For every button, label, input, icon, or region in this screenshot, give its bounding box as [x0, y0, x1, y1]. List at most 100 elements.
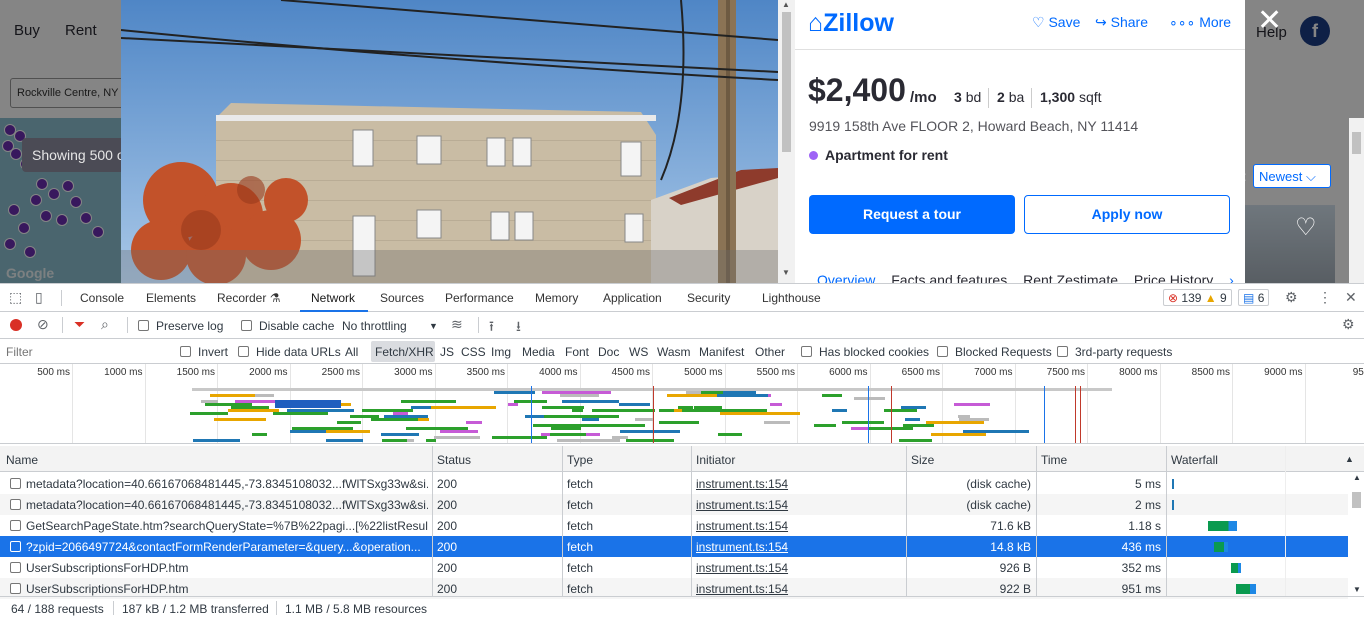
- filter-input[interactable]: [2, 342, 166, 361]
- request-initiator-link[interactable]: instrument.ts:154: [696, 519, 896, 533]
- import-har-icon[interactable]: ⭱: [489, 316, 494, 340]
- row-checkbox[interactable]: [10, 520, 21, 531]
- filter-type-js[interactable]: JS: [440, 345, 454, 359]
- kebab-menu-icon[interactable]: ⋮: [1318, 289, 1332, 306]
- column-waterfall[interactable]: Waterfall: [1171, 453, 1218, 467]
- clear-icon[interactable]: ⊘: [37, 316, 49, 333]
- invert-checkbox[interactable]: [180, 346, 191, 357]
- sort-select[interactable]: Newest ⌵: [1253, 164, 1331, 188]
- subtab-rent-zestimate[interactable]: Rent Zestimate: [1023, 272, 1118, 283]
- column-initiator[interactable]: Initiator: [696, 453, 735, 467]
- request-name[interactable]: UserSubscriptionsForHDP.htm: [26, 582, 428, 596]
- close-devtools-icon[interactable]: ✕: [1345, 289, 1357, 306]
- column-name[interactable]: Name: [6, 453, 38, 467]
- request-initiator-link[interactable]: instrument.ts:154: [696, 498, 896, 512]
- tab-sources[interactable]: Sources: [380, 291, 424, 305]
- save-button[interactable]: ♡ Save: [1032, 14, 1080, 31]
- table-row[interactable]: metadata?location=40.66167068481445,-73.…: [0, 473, 1348, 494]
- share-button[interactable]: ↪ Share: [1095, 14, 1148, 31]
- messages-badge[interactable]: ▤ 6: [1238, 289, 1270, 306]
- request-name[interactable]: UserSubscriptionsForHDP.htm: [26, 561, 428, 575]
- table-row[interactable]: ?zpid=2066497724&contactFormRenderParame…: [0, 536, 1348, 557]
- filter-type-img[interactable]: Img: [491, 345, 511, 359]
- table-row[interactable]: UserSubscriptionsForHDP.htm 200 fetch instr…: [0, 557, 1348, 578]
- device-toolbar-icon[interactable]: ▯: [35, 289, 43, 306]
- table-scrollbar[interactable]: ▲ ▼: [1349, 473, 1364, 596]
- export-har-icon[interactable]: ⭳: [516, 316, 521, 340]
- filter-type-doc[interactable]: Doc: [598, 345, 619, 359]
- column-size[interactable]: Size: [911, 453, 934, 467]
- blocked-requests-checkbox[interactable]: [937, 346, 948, 357]
- sort-asc-icon[interactable]: ▲: [1345, 454, 1354, 464]
- issues-badge[interactable]: ⊗ 139 ▲ 9: [1163, 289, 1232, 306]
- tab-console[interactable]: Console: [80, 291, 124, 305]
- disable-cache-checkbox[interactable]: [241, 320, 252, 331]
- inspect-element-icon[interactable]: ⬚: [9, 289, 22, 306]
- filter-type-font[interactable]: Font: [565, 345, 589, 359]
- overview-tick-label: 9500: [1352, 367, 1364, 378]
- apply-now-button[interactable]: Apply now: [1024, 195, 1230, 234]
- tab-performance[interactable]: Performance: [445, 291, 514, 305]
- subtab-overview[interactable]: Overview: [817, 272, 875, 283]
- chevron-right-icon[interactable]: ›: [1229, 272, 1234, 283]
- close-modal-icon[interactable]: ✕: [1257, 6, 1282, 36]
- table-row[interactable]: metadata?location=40.66167068481445,-73.…: [0, 494, 1348, 515]
- row-checkbox[interactable]: [10, 562, 21, 573]
- hide-data-urls-checkbox[interactable]: [238, 346, 249, 357]
- request-name[interactable]: metadata?location=40.66167068481445,-73.…: [26, 498, 428, 512]
- preserve-log-checkbox[interactable]: [138, 320, 149, 331]
- tab-recorder[interactable]: Recorder ⚗: [217, 291, 280, 305]
- subtab-facts[interactable]: Facts and features: [891, 272, 1007, 283]
- record-icon[interactable]: [10, 319, 22, 331]
- request-initiator-link[interactable]: instrument.ts:154: [696, 561, 896, 575]
- page-scrollbar[interactable]: [1349, 118, 1364, 283]
- favorite-heart-icon[interactable]: ♡: [1295, 213, 1317, 242]
- filter-type-all[interactable]: All: [345, 345, 358, 359]
- filter-type-media[interactable]: Media: [522, 345, 555, 359]
- third-party-checkbox[interactable]: [1057, 346, 1068, 357]
- column-time[interactable]: Time: [1041, 453, 1067, 467]
- table-row[interactable]: GetSearchPageState.htm?searchQueryState=…: [0, 515, 1348, 536]
- filter-type-wasm[interactable]: Wasm: [657, 345, 691, 359]
- filter-type-css[interactable]: CSS: [461, 345, 486, 359]
- overview-marker-line: [531, 386, 532, 443]
- column-status[interactable]: Status: [437, 453, 471, 467]
- request-name[interactable]: ?zpid=2066497724&contactFormRenderParame…: [26, 540, 428, 554]
- filter-type-ws[interactable]: WS: [629, 345, 648, 359]
- search-icon[interactable]: ⌕: [101, 316, 109, 333]
- request-initiator-link[interactable]: instrument.ts:154: [696, 582, 896, 596]
- request-initiator-link[interactable]: instrument.ts:154: [696, 540, 896, 554]
- settings-gear-icon[interactable]: ⚙: [1285, 289, 1298, 306]
- tab-memory[interactable]: Memory: [535, 291, 578, 305]
- photo-scrollbar[interactable]: ▲ ▼: [778, 0, 795, 283]
- row-checkbox[interactable]: [10, 499, 21, 510]
- row-checkbox[interactable]: [10, 583, 21, 594]
- row-checkbox[interactable]: [10, 478, 21, 489]
- tab-lighthouse[interactable]: Lighthouse: [762, 291, 821, 305]
- request-name[interactable]: GetSearchPageState.htm?searchQueryState=…: [26, 519, 428, 533]
- has-blocked-cookies-checkbox[interactable]: [801, 346, 812, 357]
- network-overview-timeline[interactable]: 500 ms 1000 ms 1500 ms 2000 ms 2500 ms 3000 m…: [0, 364, 1364, 444]
- column-type[interactable]: Type: [567, 453, 593, 467]
- network-conditions-icon[interactable]: ≋: [451, 316, 463, 333]
- tab-security[interactable]: Security: [687, 291, 730, 305]
- tab-elements[interactable]: Elements: [146, 291, 196, 305]
- filter-type-manifest[interactable]: Manifest: [699, 345, 744, 359]
- filter-type-other[interactable]: Other: [755, 345, 785, 359]
- subtab-price-history[interactable]: Price History: [1134, 272, 1213, 283]
- more-button[interactable]: ∘∘∘ More: [1169, 14, 1231, 31]
- tab-application[interactable]: Application: [603, 291, 662, 305]
- request-tour-button[interactable]: Request a tour: [809, 195, 1015, 234]
- zillow-logo[interactable]: ⌂Zillow: [808, 9, 894, 38]
- overview-request-bar: [959, 418, 990, 421]
- throttling-select[interactable]: No throttling: [342, 319, 407, 333]
- row-checkbox[interactable]: [10, 541, 21, 552]
- request-initiator-link[interactable]: instrument.ts:154: [696, 477, 896, 491]
- tab-network[interactable]: Network: [311, 291, 355, 305]
- request-name[interactable]: metadata?location=40.66167068481445,-73.…: [26, 477, 428, 491]
- filter-funnel-icon[interactable]: ⏷: [74, 316, 85, 333]
- dropdown-arrow-icon[interactable]: ▼: [429, 321, 438, 331]
- network-settings-icon[interactable]: ⚙: [1342, 316, 1355, 333]
- filter-type-fetch-xhr[interactable]: Fetch/XHR: [375, 345, 434, 359]
- listing-photo[interactable]: [121, 0, 778, 283]
